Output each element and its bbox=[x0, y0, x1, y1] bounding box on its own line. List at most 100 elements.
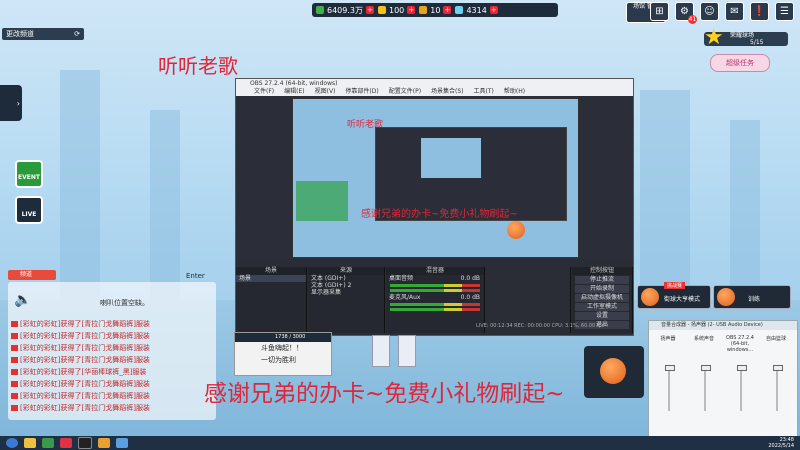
chat-user[interactable]: [彩虹的彩虹] bbox=[20, 344, 60, 352]
obs-menu-item[interactable]: 停靠部件(D) bbox=[345, 88, 378, 96]
audio-meter bbox=[390, 308, 480, 311]
event-button[interactable]: EVENT bbox=[15, 160, 43, 188]
start-recording-button[interactable]: 开始录制 bbox=[575, 285, 629, 293]
chat-text: 服装 bbox=[135, 344, 150, 352]
chat-item[interactable]: [青拉门戈舞蹈裤] bbox=[81, 404, 135, 412]
volume-mixer-title: 音量合成器 - 扬声器 (2- USB Audio Device) bbox=[649, 321, 797, 330]
chat-user[interactable]: [彩虹的彩虹] bbox=[20, 404, 60, 412]
add-ticket-button[interactable]: + bbox=[443, 6, 452, 14]
taskbar-app-icon[interactable] bbox=[42, 438, 54, 448]
chat-user[interactable]: [彩虹的彩虹] bbox=[20, 320, 60, 328]
mail-icon[interactable]: ✉ bbox=[725, 2, 744, 21]
chat-item[interactable]: [青拉门戈舞蹈裤] bbox=[81, 344, 135, 352]
chat-item[interactable]: [青拉门戈舞蹈裤] bbox=[81, 356, 135, 364]
obs-menu-item[interactable]: 帮助(H) bbox=[504, 88, 525, 96]
speaker-icon bbox=[11, 393, 18, 399]
audio-meter bbox=[390, 289, 480, 292]
virtual-camera-button[interactable]: 启动虚拟摄像机 bbox=[575, 294, 629, 302]
slider-knob[interactable] bbox=[665, 365, 675, 371]
chat-user[interactable]: [彩虹的彩虹] bbox=[20, 380, 60, 388]
add-diamond-button[interactable]: + bbox=[489, 6, 498, 14]
obs-menu-item[interactable]: 编辑(E) bbox=[284, 88, 304, 96]
obs-preview[interactable]: 听听老歌 感谢兄弟的办卡~免费小礼物刷起~ bbox=[292, 98, 579, 258]
mixer-channel-label: 桌面音频 bbox=[389, 275, 414, 282]
chat-text: 获得了 bbox=[60, 404, 82, 412]
nested-preview-screen bbox=[421, 138, 481, 178]
chat-user[interactable]: [彩虹的彩虹] bbox=[20, 368, 60, 376]
chat-item[interactable]: [青拉门戈舞蹈裤] bbox=[81, 380, 135, 388]
game-mode-tile[interactable] bbox=[584, 346, 644, 398]
taskbar-app-icon[interactable] bbox=[78, 437, 92, 449]
scene-item[interactable]: 场景 bbox=[236, 275, 306, 282]
hint-icon[interactable]: ❗ bbox=[750, 2, 769, 21]
speaker-icon bbox=[11, 321, 18, 327]
street-tycoon-mode-button[interactable]: 挑战赛 街球大亨模式 bbox=[637, 282, 711, 309]
add-points-button[interactable]: + bbox=[366, 6, 374, 14]
volume-slider[interactable] bbox=[773, 365, 783, 411]
slider-knob[interactable] bbox=[773, 365, 783, 371]
source-item[interactable]: 显示器采集 bbox=[308, 289, 384, 296]
obs-menu-item[interactable]: 视图(V) bbox=[315, 88, 336, 96]
training-mode-button[interactable]: 训练 bbox=[713, 285, 791, 309]
chat-item[interactable]: [青拉门戈舞蹈裤] bbox=[81, 392, 135, 400]
studio-mode-button[interactable]: 工作室模式 bbox=[575, 303, 629, 311]
chat-user[interactable]: [彩虹的彩虹] bbox=[20, 356, 60, 364]
notification-badge: 41 bbox=[688, 15, 697, 24]
background-building bbox=[730, 120, 760, 310]
settings-button[interactable]: 设置 bbox=[575, 312, 629, 320]
change-channel-button[interactable]: 更改频道 ⟳ bbox=[2, 28, 84, 40]
gift-icon[interactable]: ⊞ bbox=[650, 2, 669, 21]
chat-line: [彩虹的彩虹]获得了[青拉门戈舞蹈裤]服装 bbox=[11, 355, 150, 365]
mixer-db: 0.0 dB bbox=[460, 294, 480, 301]
clock-date: 2022/5/14 bbox=[768, 443, 794, 449]
controls-header: 控制按钮 bbox=[572, 267, 632, 275]
resource-bar: 6409.3万 + 100 + 10 + 4314 + bbox=[312, 3, 558, 17]
live-button[interactable]: LIVE bbox=[15, 196, 43, 224]
stop-streaming-button[interactable]: 停止推流 bbox=[575, 276, 629, 284]
obs-menu-bar: 文件(F) 编辑(E) 视图(V) 停靠部件(D) 配置文件(P) 场景集合(S… bbox=[236, 88, 633, 96]
enter-button[interactable]: Enter bbox=[186, 272, 205, 280]
volume-slider[interactable] bbox=[737, 365, 747, 411]
taskbar-app-icon[interactable] bbox=[98, 438, 110, 448]
chat-text: 获得了 bbox=[60, 368, 82, 376]
slider-knob[interactable] bbox=[701, 365, 711, 371]
chat-item[interactable]: [青拉门戈舞蹈裤] bbox=[81, 332, 135, 340]
chat-channel-tab[interactable]: 频道 bbox=[8, 270, 56, 280]
chat-item[interactable]: [华丽棒球裤_黑] bbox=[81, 368, 132, 376]
obs-menu-item[interactable]: 配置文件(P) bbox=[389, 88, 421, 96]
super-task-button[interactable]: 超级任务 bbox=[710, 54, 770, 72]
obs-menu-item[interactable]: 工具(T) bbox=[474, 88, 494, 96]
sources-dock: 来源 文本 (GDI+) 文本 (GDI+) 2 显示器采集 bbox=[308, 267, 385, 333]
speaker-icon bbox=[11, 357, 18, 363]
top-icon-group: ⊞ ⚙ 41 ☺ ✉ ❗ ☰ bbox=[650, 2, 794, 24]
volume-mixer-dialog: 音量合成器 - 扬声器 (2- USB Audio Device) 扬声器 系统… bbox=[648, 320, 798, 438]
chat-line: [彩虹的彩虹]获得了[青拉门戈舞蹈裤]服装 bbox=[11, 403, 150, 413]
chat-text: 获得了 bbox=[60, 332, 82, 340]
chat-user[interactable]: [彩虹的彩虹] bbox=[20, 332, 60, 340]
obs-status-bar: LIVE: 00:12:34 REC: 00:00:00 CPU: 3.1%, … bbox=[476, 323, 605, 329]
volume-slider[interactable] bbox=[665, 365, 675, 411]
taskbar-app-icon[interactable] bbox=[24, 438, 36, 448]
ticket-value: 10 bbox=[430, 5, 441, 15]
taskbar-app-icon[interactable] bbox=[60, 438, 72, 448]
volume-slider[interactable] bbox=[701, 365, 711, 411]
obs-menu-item[interactable]: 场景集合(S) bbox=[431, 88, 464, 96]
menu-icon[interactable]: ☰ bbox=[775, 2, 794, 21]
shop-icon[interactable]: ⚙ 41 bbox=[675, 2, 697, 24]
system-clock[interactable]: 23:48 2022/5/14 bbox=[768, 437, 794, 449]
taskbar-app-icon[interactable] bbox=[116, 438, 128, 448]
source-item[interactable]: 文本 (GDI+) bbox=[308, 275, 384, 282]
system-message: 喇叭位置空缺。 bbox=[100, 299, 149, 307]
add-gold-button[interactable]: + bbox=[407, 6, 416, 14]
start-icon[interactable] bbox=[6, 438, 18, 448]
obs-menu-item[interactable]: 文件(F) bbox=[254, 88, 274, 96]
friends-icon[interactable]: ☺ bbox=[700, 2, 719, 21]
left-side-toggle[interactable]: › bbox=[0, 85, 22, 121]
chat-text: 服装 bbox=[135, 404, 150, 412]
audio-meter bbox=[390, 284, 480, 287]
mixer-channel-label: 麦克风/Aux bbox=[389, 294, 421, 301]
slider-knob[interactable] bbox=[737, 365, 747, 371]
chat-item[interactable]: [青拉门戈舞蹈裤] bbox=[81, 320, 135, 328]
source-item[interactable]: 文本 (GDI+) 2 bbox=[308, 282, 384, 289]
chat-user[interactable]: [彩虹的彩虹] bbox=[20, 392, 60, 400]
